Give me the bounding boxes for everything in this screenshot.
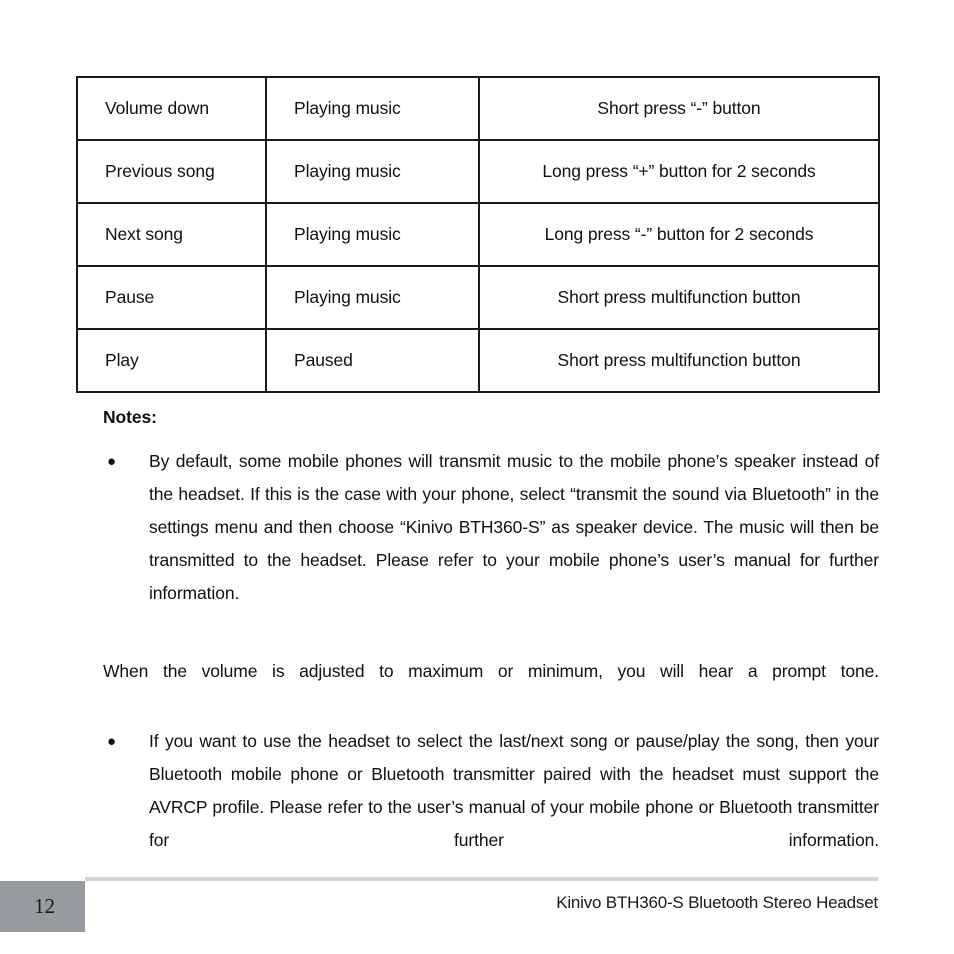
- cell-operation: Short press “-” button: [478, 76, 880, 141]
- notes-heading: Notes:: [103, 407, 157, 427]
- bullet-item: ● By default, some mobile phones will tr…: [103, 445, 879, 643]
- table-row: Pause Playing music Short press multifun…: [76, 265, 880, 330]
- footer-divider: [85, 877, 878, 881]
- cell-operation: Short press multifunction button: [478, 265, 880, 330]
- paragraph-text: When the volume is adjusted to maximum o…: [103, 661, 879, 681]
- table-row: Previous song Playing music Long press “…: [76, 139, 880, 204]
- cell-operation: Long press “+” button for 2 seconds: [478, 139, 880, 204]
- table-row: Volume down Playing music Short press “-…: [76, 76, 880, 141]
- bullet-text: If you want to use the headset to select…: [149, 731, 879, 850]
- cell-state: Playing music: [265, 265, 480, 330]
- bullet-icon: ●: [107, 733, 116, 750]
- table-row: Play Paused Short press multifunction bu…: [76, 328, 880, 393]
- cell-state: Paused: [265, 328, 480, 393]
- cell-state: Playing music: [265, 76, 480, 141]
- cell-action: Pause: [76, 265, 267, 330]
- cell-action: Next song: [76, 202, 267, 267]
- table-row: Next song Playing music Long press “-” b…: [76, 202, 880, 267]
- cell-action: Play: [76, 328, 267, 393]
- bullet-text: By default, some mobile phones will tran…: [149, 451, 879, 603]
- bullet-icon: ●: [107, 453, 116, 470]
- table-body: Volume down Playing music Short press “-…: [76, 76, 880, 393]
- cell-state: Playing music: [265, 139, 480, 204]
- bullet-item: ● If you want to use the headset to sele…: [103, 725, 879, 890]
- note-bullet-1: ● By default, some mobile phones will tr…: [103, 445, 879, 643]
- cell-action: Previous song: [76, 139, 267, 204]
- cell-action: Volume down: [76, 76, 267, 141]
- cell-operation: Long press “-” button for 2 seconds: [478, 202, 880, 267]
- footer-title: Kinivo BTH360-S Bluetooth Stereo Headset: [556, 893, 878, 912]
- note-paragraph-middle: When the volume is adjusted to maximum o…: [103, 655, 879, 721]
- cell-state: Playing music: [265, 202, 480, 267]
- manual-page: Volume down Playing music Short press “-…: [0, 0, 954, 954]
- button-operations-table: Volume down Playing music Short press “-…: [76, 76, 880, 393]
- note-bullet-2: ● If you want to use the headset to sele…: [103, 725, 879, 890]
- cell-operation: Short press multifunction button: [478, 328, 880, 393]
